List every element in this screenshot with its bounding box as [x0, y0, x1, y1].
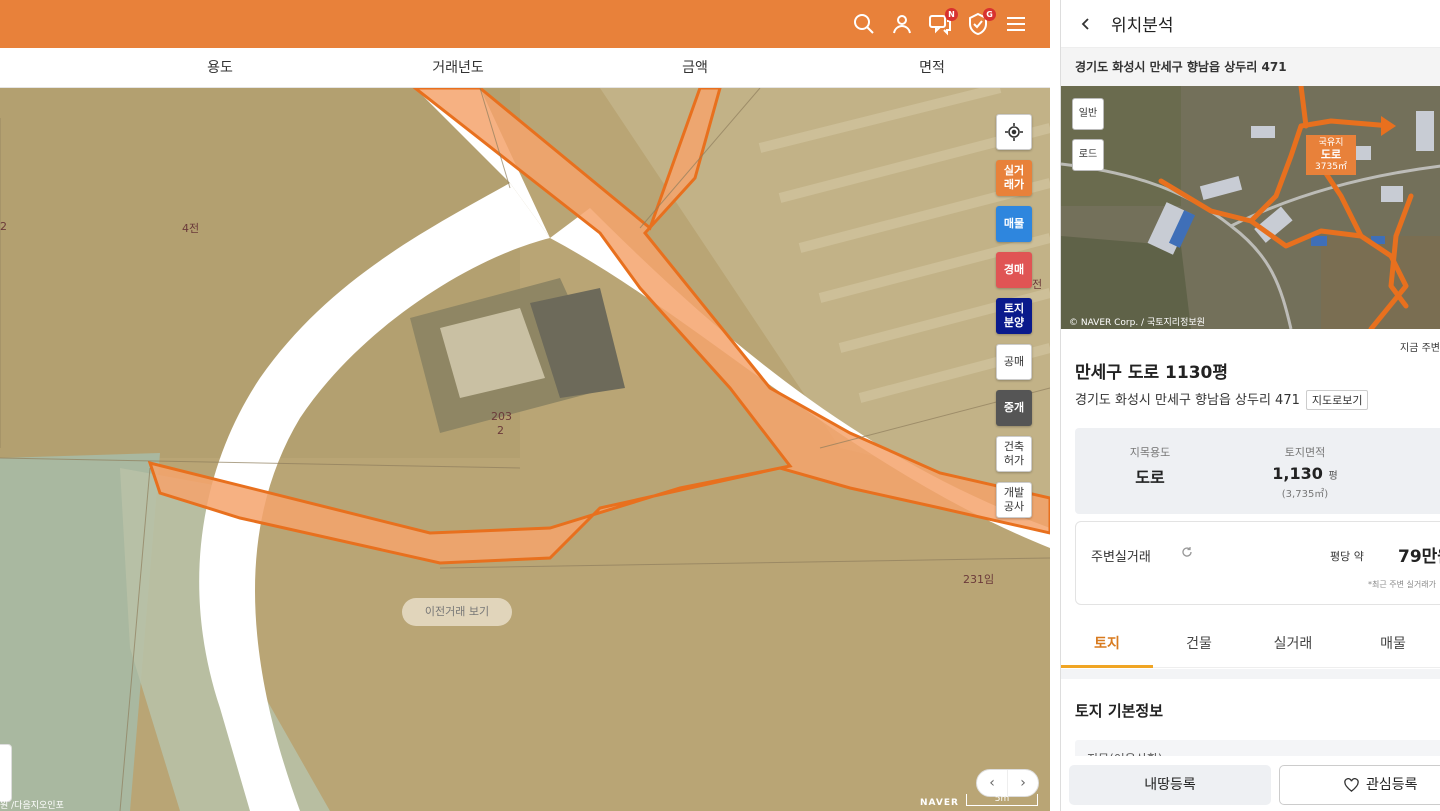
menu-icon[interactable]	[1004, 12, 1028, 36]
satellite-credit: © NAVER Corp. / 국토지리정보원	[1069, 318, 1205, 328]
land-address: 경기도 화성시 만세구 향남읍 상두리 471 지도로보기	[1075, 389, 1369, 410]
jimok-label: 지목용도	[1129, 446, 1171, 459]
deal-price-label: 평당 약	[1330, 550, 1364, 563]
layer-auction-button[interactable]: 경매	[996, 252, 1032, 288]
top-icons: N G	[852, 8, 1028, 36]
map-scale: 5m	[966, 794, 1038, 806]
refresh-icon[interactable]	[1181, 546, 1193, 558]
detail-tabs: 토지 건물 실거래 매물	[1061, 622, 1440, 668]
address-strip: 경기도 화성시 만세구 향남읍 상두리 471	[1061, 48, 1440, 86]
tab-building[interactable]: 건물	[1153, 622, 1245, 668]
area-value: 1,130	[1272, 464, 1323, 483]
map-credit: 원 /다음지오인포	[0, 801, 64, 811]
now-surround-label[interactable]: 지금 주변	[1400, 339, 1440, 354]
filter-area[interactable]: 면적	[919, 48, 945, 88]
area-unit: 평	[1328, 471, 1338, 482]
land-summary-box: 지목용도 도로 토지면적 1,130 평 (3,735㎡)	[1075, 428, 1440, 514]
map-pager: ‹ ›	[976, 769, 1039, 797]
left-panel-handle[interactable]	[0, 744, 12, 802]
nearby-deal-box: 주변실거래 평당 약 79만원 *최근 주변 실거래가	[1075, 521, 1440, 605]
section-divider	[1061, 669, 1440, 679]
layer-building-permit-button[interactable]: 건축 허가	[996, 436, 1032, 472]
search-icon[interactable]	[852, 12, 876, 36]
panel-title: 위치분석	[1111, 16, 1174, 36]
nearby-deal-label: 주변실거래	[1091, 550, 1151, 565]
crosshair-icon	[1005, 123, 1023, 141]
land-address-text: 경기도 화성시 만세구 향남읍 상두리 471	[1075, 393, 1300, 408]
filter-usage[interactable]: 용도	[207, 48, 233, 88]
view-on-map-button[interactable]: 지도로보기	[1305, 390, 1369, 410]
pager-prev-button[interactable]: ‹	[977, 770, 1007, 796]
area-value-row: 1,130 평	[1250, 464, 1360, 483]
layer-broker-button[interactable]: 중개	[996, 390, 1032, 426]
layer-listing-button[interactable]: 매물	[996, 206, 1032, 242]
back-arrow-icon[interactable]	[1079, 17, 1093, 31]
bottom-action-bar: 내땅등록 관심등록	[1061, 756, 1440, 811]
satellite-canvas	[1061, 86, 1440, 329]
layer-real-price-button[interactable]: 실거 래가	[996, 160, 1032, 196]
map-canvas	[0, 88, 1050, 811]
layer-development-button[interactable]: 개발 공사	[996, 482, 1032, 518]
naver-logo: NAVER	[920, 798, 959, 808]
map-parcel-label: 203	[491, 410, 512, 423]
deal-note: *최근 주변 실거래가	[1368, 580, 1436, 589]
parcel-tag: 국유지 도로 3735㎡	[1306, 135, 1356, 175]
map-parcel-label: 2	[497, 424, 504, 437]
map-type-road-button[interactable]: 로드	[1072, 139, 1104, 171]
add-favorite-label: 관심등록	[1366, 777, 1418, 793]
shield-badge: G	[983, 8, 996, 21]
map-parcel-label: 231임	[963, 573, 995, 586]
land-title: 만세구 도로 1130평	[1075, 363, 1228, 383]
chat-icon[interactable]: N	[928, 8, 958, 36]
add-favorite-button[interactable]: 관심등록	[1279, 765, 1440, 805]
satellite-map[interactable]: 일반 로드 국유지 도로 3735㎡ © NAVER Corp. / 국토지리정…	[1061, 86, 1440, 329]
map-type-normal-button[interactable]: 일반	[1072, 98, 1104, 130]
top-bar: N G	[0, 0, 1050, 48]
shield-icon[interactable]: G	[966, 8, 996, 36]
map-view[interactable]: 4전 2 203 2 231임 전 실거 래가 매물 경매 토지 분양 공매 중개 …	[0, 88, 1050, 811]
jimok-value: 도로	[1135, 468, 1165, 487]
user-icon[interactable]	[890, 12, 914, 36]
area-label: 토지면적	[1284, 446, 1326, 459]
map-parcel-label: 2	[0, 220, 7, 233]
tab-listing[interactable]: 매물	[1347, 622, 1439, 668]
tab-land[interactable]: 토지	[1061, 622, 1153, 668]
deal-price: 79만원	[1398, 547, 1440, 567]
heart-icon	[1344, 778, 1359, 792]
map-parcel-label: 4전	[182, 222, 200, 235]
filter-price[interactable]: 금액	[682, 48, 708, 88]
area-sub: (3,735㎡)	[1281, 489, 1329, 500]
land-basic-info-title: 토지 기본정보	[1075, 702, 1164, 720]
layer-public-sale-button[interactable]: 공매	[996, 344, 1032, 380]
parcel-tag-area: 3735㎡	[1315, 162, 1347, 172]
tab-real-deal[interactable]: 실거래	[1247, 622, 1339, 668]
jimok-column: 지목용도 도로	[1095, 428, 1205, 488]
location-analysis-panel: 위치분석 경기도 화성시 만세구 향남읍 상두리 471 일반 로드 국유지 도…	[1060, 0, 1440, 811]
register-my-land-button[interactable]: 내땅등록	[1069, 765, 1271, 805]
panel-header: 위치분석	[1061, 0, 1440, 48]
parcel-tag-use: 도로	[1320, 148, 1342, 161]
my-location-button[interactable]	[996, 114, 1032, 150]
area-column: 토지면적 1,130 평 (3,735㎡)	[1250, 428, 1360, 500]
filter-bar: 용도 거래년도 금액 면적	[0, 48, 1050, 88]
map-parcel-label: 전	[1032, 278, 1043, 291]
filter-year[interactable]: 거래년도	[432, 48, 484, 88]
prev-deal-button[interactable]: 이전거래 보기	[402, 598, 512, 626]
chat-badge: N	[945, 8, 958, 21]
layer-land-sale-button[interactable]: 토지 분양	[996, 298, 1032, 334]
pager-next-button[interactable]: ›	[1007, 770, 1038, 796]
